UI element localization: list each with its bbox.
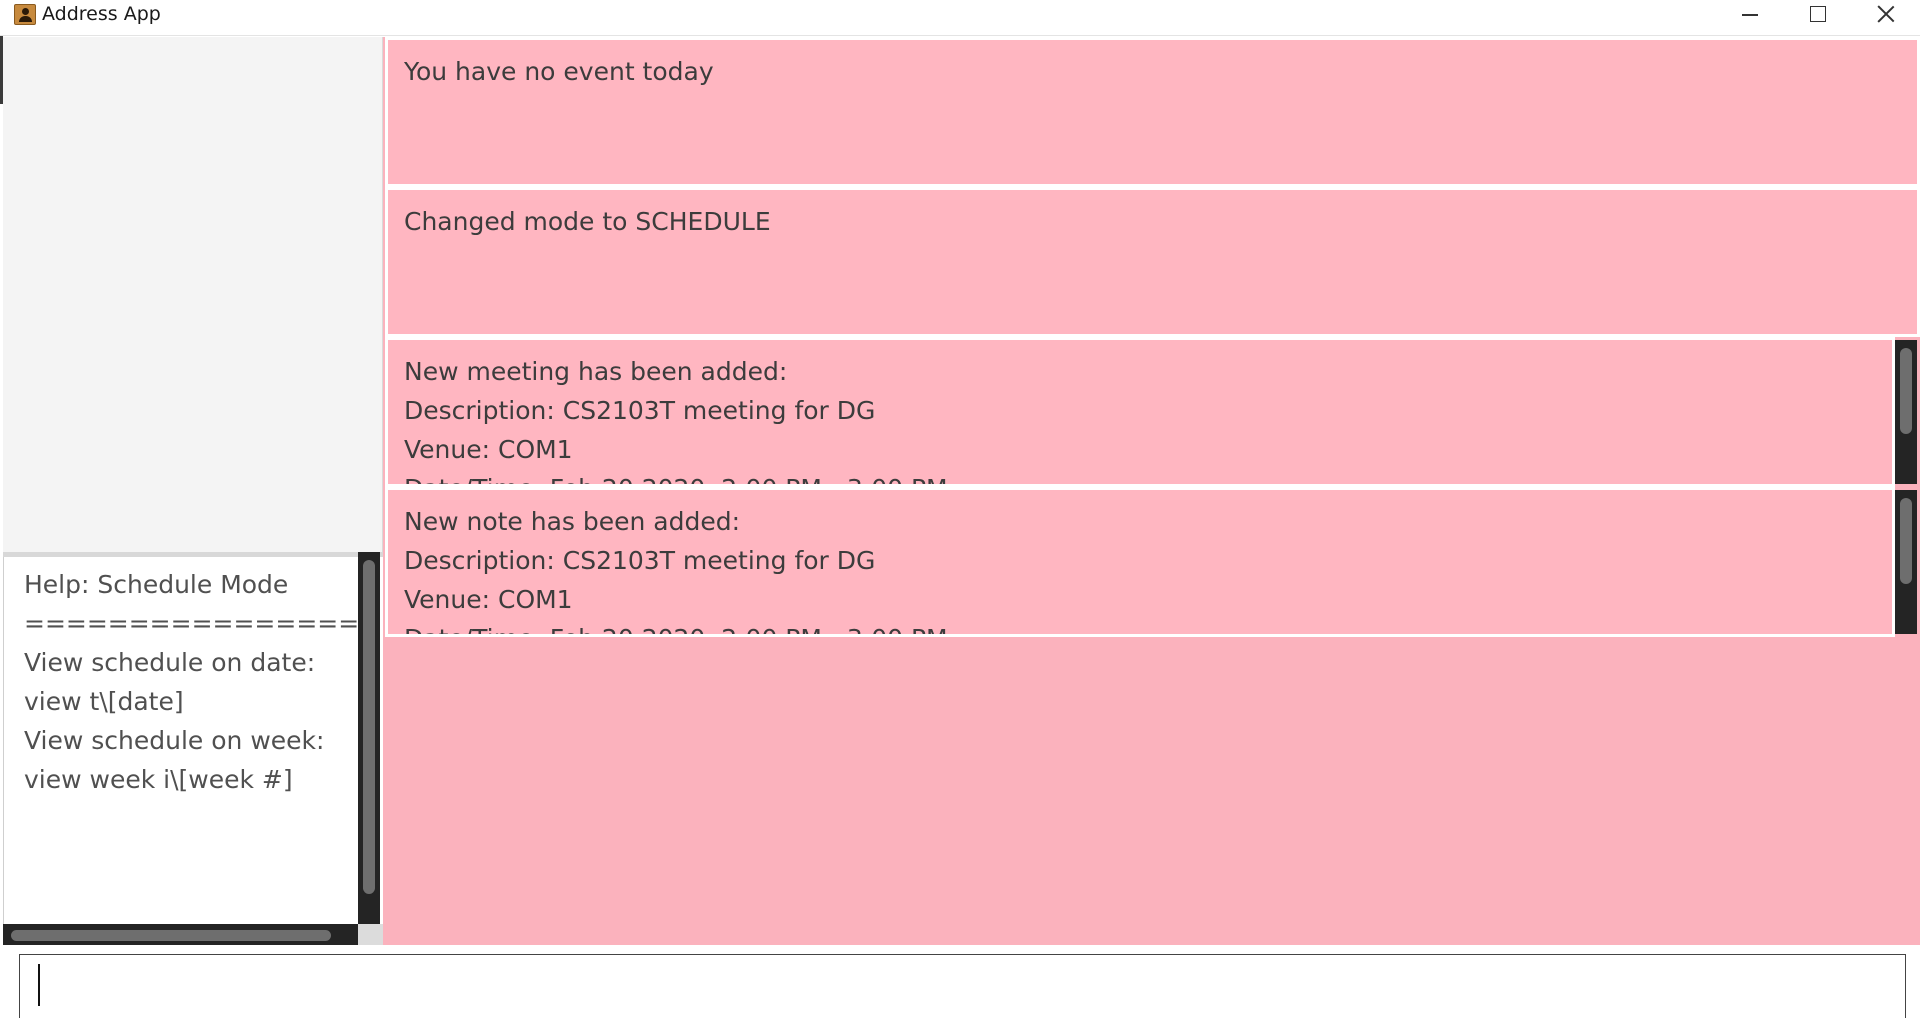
scrollbar-corner <box>358 924 383 946</box>
help-line: ================== <box>24 609 358 638</box>
address-book-icon <box>14 4 36 25</box>
help-line: view t\[date] <box>24 687 184 716</box>
text-caret <box>38 964 40 1006</box>
result-card: You have no event today <box>385 37 1920 187</box>
result-card: New meeting has been added: Description:… <box>385 337 1895 487</box>
result-card-scrollbar[interactable] <box>1895 340 1917 484</box>
help-horizontal-scrollbar[interactable] <box>3 924 358 946</box>
result-text: New meeting has been added: <box>404 357 788 386</box>
help-vertical-scrollbar[interactable] <box>358 552 380 924</box>
result-text: Description: CS2103T meeting for DG <box>404 396 876 425</box>
help-line: view week i\[week #] <box>24 765 293 794</box>
result-text: Venue: COM1 <box>404 435 573 464</box>
help-line: View schedule on date: <box>24 648 316 677</box>
command-input[interactable] <box>19 954 1906 1018</box>
scrollbar-thumb[interactable] <box>363 560 375 894</box>
minimize-icon <box>1742 14 1758 16</box>
result-text: Venue: COM1 <box>404 585 573 614</box>
result-text: Date/Time: Feb 20 2020, 2:00 PM - 3:00 P… <box>404 469 1892 484</box>
help-panel: Help: Schedule Mode ================== V… <box>3 557 358 924</box>
result-text: You have no event today <box>404 57 714 86</box>
help-line: View schedule on week: <box>24 726 325 755</box>
result-text: Description: CS2103T meeting for DG <box>404 546 876 575</box>
maximize-button[interactable] <box>1783 0 1851 30</box>
minimize-button[interactable] <box>1715 0 1783 30</box>
scrollbar-thumb[interactable] <box>11 930 331 941</box>
maximize-icon <box>1810 6 1826 22</box>
result-card: Changed mode to SCHEDULE <box>385 187 1920 337</box>
scrollbar-thumb[interactable] <box>1900 498 1912 584</box>
result-text: Changed mode to SCHEDULE <box>404 207 771 236</box>
scrollbar-thumb[interactable] <box>1900 348 1912 434</box>
list-panel <box>3 37 383 552</box>
result-text: New note has been added: <box>404 507 741 536</box>
result-card-scrollbar[interactable] <box>1895 490 1917 634</box>
help-line: Help: Schedule Mode <box>24 570 289 599</box>
result-card: New note has been added: Description: CS… <box>385 487 1895 637</box>
command-box <box>0 945 1920 1018</box>
close-icon <box>1876 4 1896 24</box>
window-title: Address App <box>42 3 161 25</box>
close-button[interactable] <box>1851 0 1919 30</box>
result-text: Date/Time: Feb 20 2020, 2:00 PM - 3:00 P… <box>404 619 1892 634</box>
title-bar: Address App <box>0 0 1920 36</box>
